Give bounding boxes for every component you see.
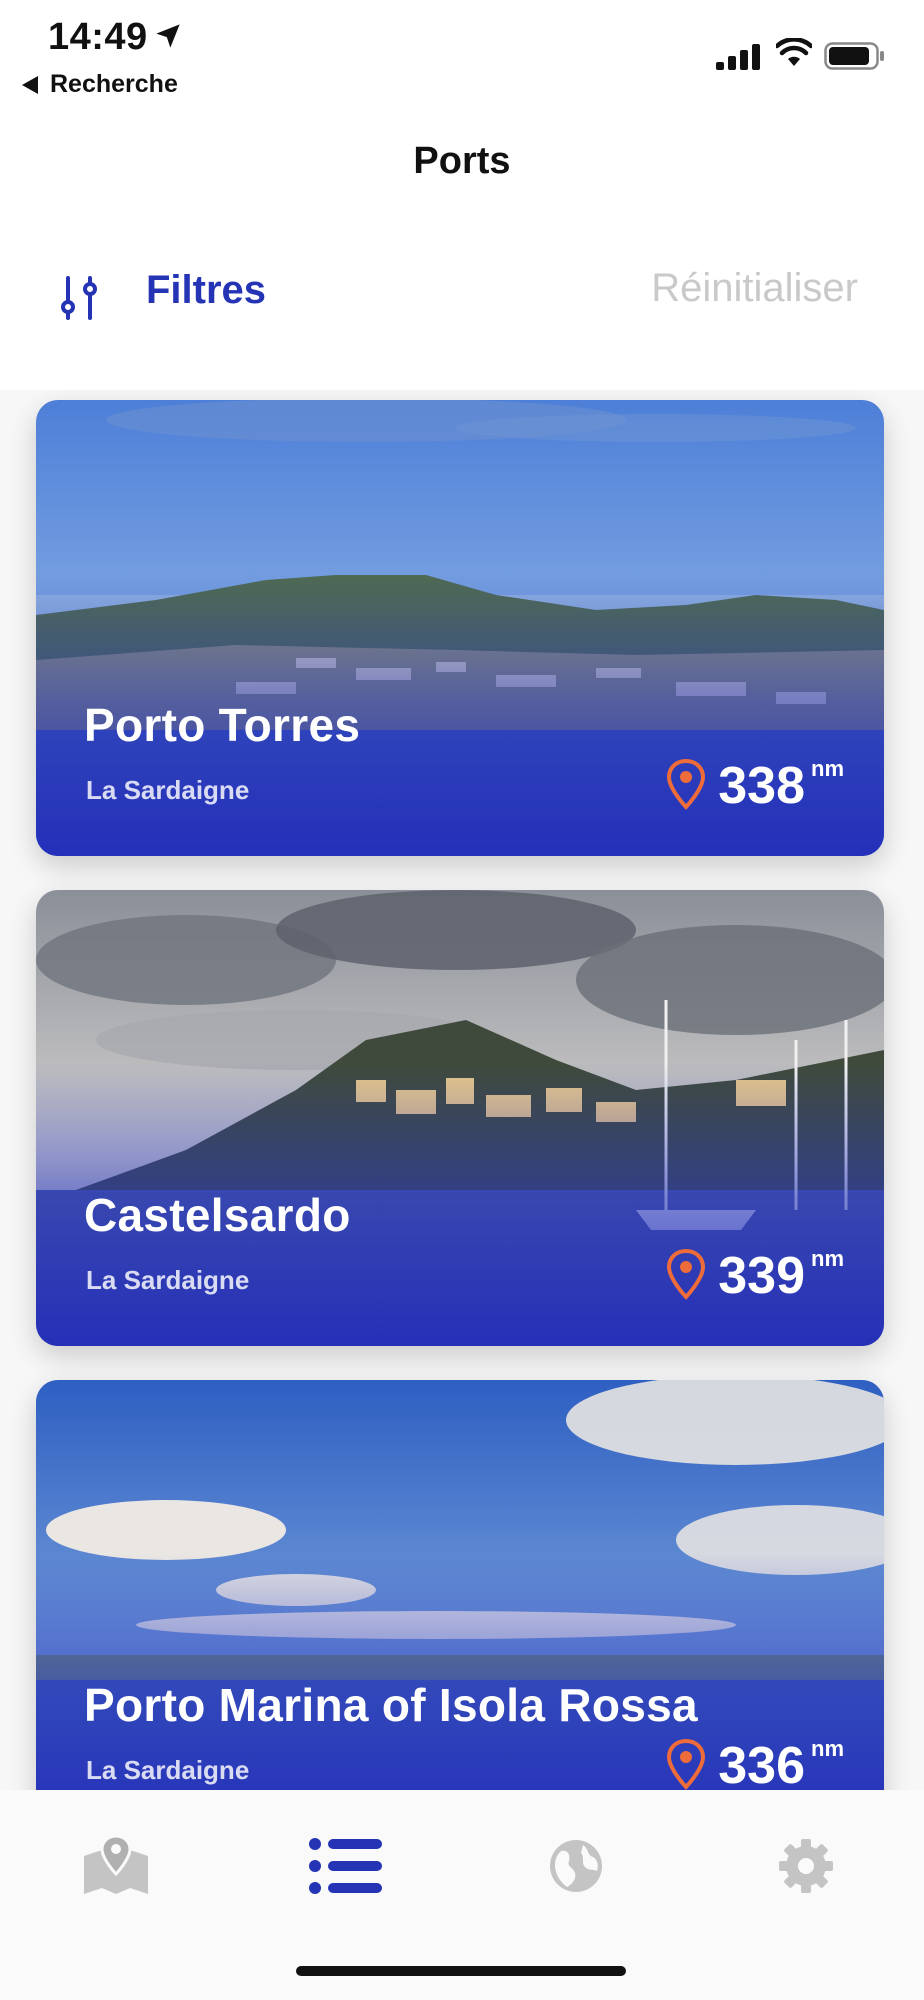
tab-globe[interactable] bbox=[536, 1826, 616, 1906]
wifi-icon bbox=[776, 38, 812, 66]
port-card[interactable]: Porto Torres La Sardaigne 338 nm bbox=[36, 400, 884, 856]
port-name: Porto Torres bbox=[84, 699, 361, 751]
map-icon bbox=[84, 1834, 148, 1894]
settings-icon bbox=[779, 1839, 833, 1893]
location-pin-icon bbox=[667, 1738, 706, 1790]
filter-sliders-icon[interactable] bbox=[56, 274, 104, 322]
port-region: La Sardaigne bbox=[86, 775, 250, 805]
list-icon bbox=[309, 1838, 382, 1894]
distance-value: 339 bbox=[718, 1247, 805, 1305]
ports-list[interactable]: Porto Torres La Sardaigne 338 nm Castels… bbox=[0, 390, 924, 1790]
home-indicator[interactable] bbox=[296, 1966, 626, 1976]
distance-unit: nm bbox=[811, 1736, 844, 1761]
globe-icon bbox=[550, 1840, 602, 1892]
location-pin-icon bbox=[667, 1248, 706, 1300]
distance-unit: nm bbox=[811, 1246, 844, 1271]
tab-list[interactable] bbox=[306, 1826, 386, 1906]
battery-icon bbox=[824, 42, 884, 70]
location-pin-icon bbox=[667, 758, 706, 810]
distance-unit: nm bbox=[811, 756, 844, 781]
back-arrow-icon bbox=[22, 75, 38, 94]
port-distance: 339 nm bbox=[666, 1246, 844, 1305]
port-card[interactable]: Porto Marina of Isola Rossa La Sardaigne… bbox=[36, 1380, 884, 1790]
port-name: Castelsardo bbox=[84, 1189, 351, 1241]
filters-button[interactable]: Filtres bbox=[146, 268, 266, 313]
port-name: Porto Marina of Isola Rossa bbox=[84, 1679, 698, 1731]
back-to-search-link[interactable]: Recherche bbox=[22, 70, 178, 99]
reset-button[interactable]: Réinitialiser bbox=[651, 266, 858, 311]
tab-bar bbox=[0, 1790, 924, 2000]
cellular-signal-icon bbox=[716, 44, 760, 70]
port-card[interactable]: Castelsardo La Sardaigne 339 nm bbox=[36, 890, 884, 1346]
port-distance: 338 nm bbox=[666, 756, 844, 815]
back-label: Recherche bbox=[50, 70, 178, 98]
port-region: La Sardaigne bbox=[86, 1265, 250, 1295]
port-distance: 336 nm bbox=[666, 1736, 844, 1790]
status-bar: 14:49 Recherche bbox=[0, 0, 924, 110]
status-time: 14:49 bbox=[48, 16, 148, 58]
distance-value: 338 bbox=[718, 757, 805, 815]
port-region: La Sardaigne bbox=[86, 1755, 250, 1785]
tab-settings[interactable] bbox=[766, 1826, 846, 1906]
location-arrow-icon bbox=[156, 24, 180, 48]
tab-map[interactable] bbox=[76, 1826, 156, 1906]
distance-value: 336 bbox=[718, 1737, 805, 1790]
filter-row: Filtres Réinitialiser bbox=[0, 258, 924, 338]
page-title: Ports bbox=[413, 140, 511, 182]
